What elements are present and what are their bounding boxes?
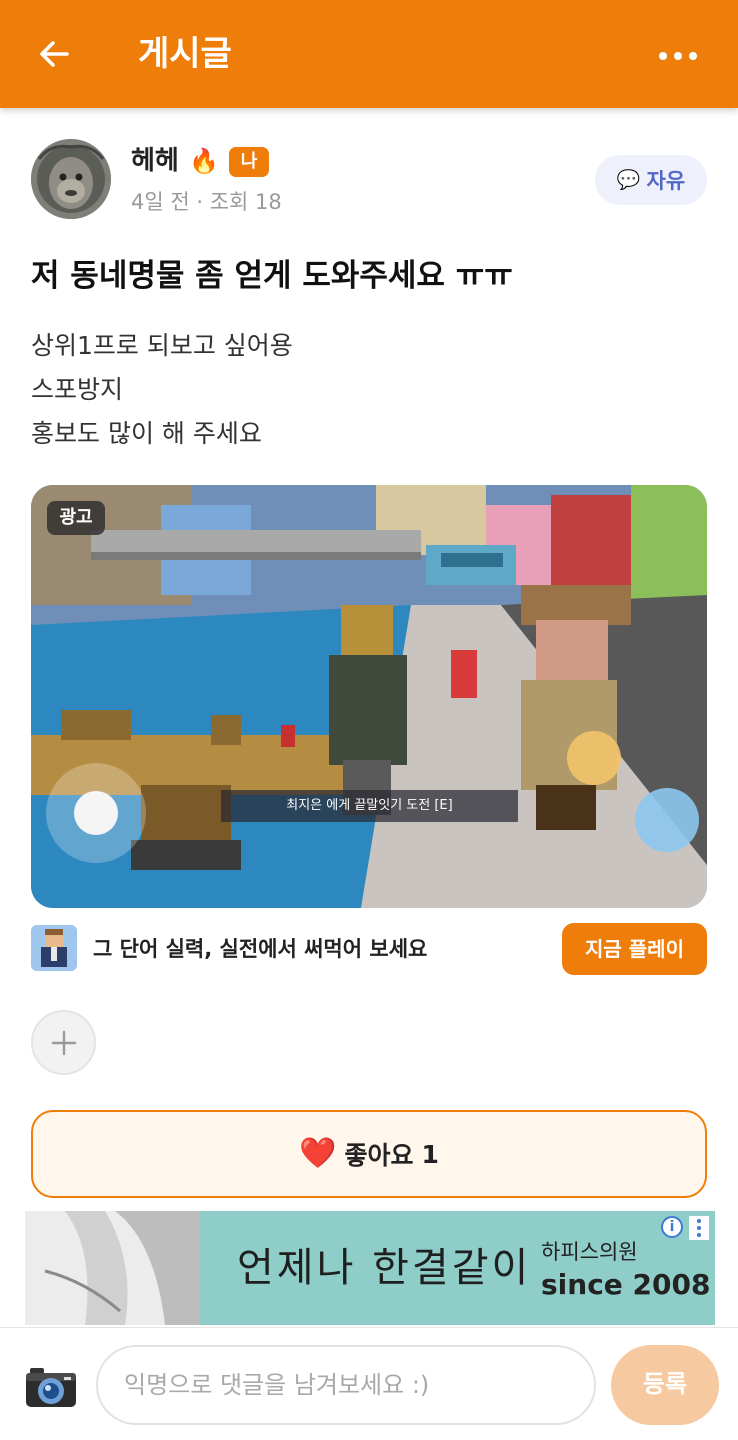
play-now-button[interactable]: 지금 플레이 (562, 923, 707, 975)
game-scene-image (31, 485, 707, 908)
ad-cta-row: 그 단어 실력, 실전에서 써먹어 보세요 지금 플레이 (31, 923, 707, 975)
banner-since: since 2008 (541, 1268, 711, 1301)
heart-icon: ❤️ (299, 1136, 337, 1171)
ad-tag: 광고 (47, 501, 105, 535)
like-label: 좋아요 (344, 1141, 414, 1170)
fire-icon: 🔥 (189, 147, 219, 175)
comment-input[interactable] (96, 1345, 596, 1425)
more-options-button[interactable] (654, 36, 702, 76)
more-dot-icon (674, 52, 682, 60)
banner-photo-image (25, 1211, 200, 1325)
banner-brand: 하피스의원 (541, 1240, 638, 1264)
game-prompt: 최지은 에게 끝말잇기 도전 [E] (221, 790, 518, 822)
banner-ad[interactable]: 언제나 한결같이 하피스의원 since 2008 i (25, 1211, 715, 1325)
post-body-line: 홍보도 많이 해 주세요 (31, 419, 262, 448)
ad-text[interactable]: 그 단어 실력, 실전에서 써먹어 보세요 (93, 931, 427, 967)
post-meta: 4일 전 · 조회 18 (131, 190, 282, 214)
arrow-left-icon (40, 41, 69, 67)
like-count: 1 (421, 1139, 439, 1169)
game-app-icon-image (31, 925, 77, 971)
more-dot-icon (659, 52, 667, 60)
speech-bubble-icon: 💬 (616, 169, 641, 191)
post-body: 상위1프로 되보고 싶어용 스포방지 홍보도 많이 해 주세요 (31, 324, 293, 456)
ad-menu-icon[interactable] (689, 1216, 709, 1240)
comment-bar: 등록 (0, 1327, 738, 1440)
submit-button[interactable]: 등록 (611, 1345, 719, 1425)
page-title: 게시글 (138, 34, 232, 74)
back-button[interactable] (30, 30, 78, 78)
more-dot-icon (689, 52, 697, 60)
level-badge: 나 (229, 147, 269, 177)
game-app-icon[interactable] (31, 925, 77, 971)
post-title: 저 동네명물 좀 얻게 도와주세요 ㅠㅠ (31, 258, 513, 294)
camera-icon (26, 1368, 76, 1407)
category-label: 자유 (646, 169, 686, 193)
camera-button[interactable] (24, 1364, 78, 1412)
post-body-line: 스포방지 (31, 375, 124, 404)
ad-info-icon[interactable]: i (661, 1216, 683, 1238)
plus-icon (51, 1030, 76, 1055)
post-body-line: 상위1프로 되보고 싶어용 (31, 331, 293, 360)
author-name[interactable]: 헤헤 (131, 142, 179, 180)
app-bar: 게시글 (0, 0, 738, 108)
category-chip[interactable]: 💬 자유 (595, 155, 707, 205)
add-button[interactable] (31, 1010, 96, 1075)
monkey-avatar-image (31, 139, 111, 219)
like-button[interactable]: ❤️ 좋아요 1 (31, 1110, 707, 1198)
banner-photo (25, 1211, 200, 1325)
ad-game-image[interactable]: 광고 최지은 에게 끝말잇기 도전 [E] (31, 485, 707, 908)
author-avatar[interactable] (31, 139, 111, 219)
banner-copy: 언제나 한결같이 (237, 1245, 532, 1291)
